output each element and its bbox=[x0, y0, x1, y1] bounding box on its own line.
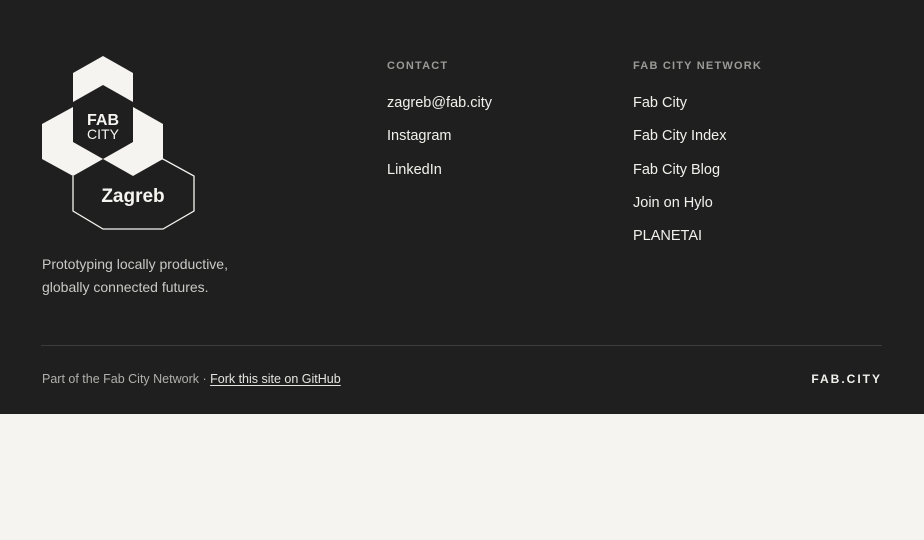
footer-credits: Part of the Fab City Network · Fork this… bbox=[42, 371, 341, 387]
footer-divider bbox=[41, 345, 882, 346]
logo-zagreb-text: Zagreb bbox=[101, 186, 164, 207]
fab-city-link[interactable]: Fab City bbox=[633, 94, 762, 127]
email-link[interactable]: zagreb@fab.city bbox=[387, 94, 492, 127]
fab-city-wordmark[interactable]: FAB.CITY bbox=[811, 371, 882, 387]
contact-column: CONTACT zagreb@fab.city Instagram Linked… bbox=[387, 60, 492, 194]
fab-city-zagreb-logo[interactable]: FAB CITY Zagreb bbox=[41, 55, 196, 232]
logo-city-text: CITY bbox=[87, 126, 120, 142]
fab-city-network-column: FAB CITY NETWORK Fab City Fab City Index… bbox=[633, 60, 762, 260]
page-background bbox=[0, 414, 924, 540]
tagline-line-1: Prototyping locally productive, bbox=[42, 256, 228, 272]
network-credit-text: Part of the Fab City Network · bbox=[42, 372, 211, 386]
instagram-link[interactable]: Instagram bbox=[387, 127, 492, 160]
fab-city-index-link[interactable]: Fab City Index bbox=[633, 127, 762, 160]
github-fork-link[interactable]: Fork this site on GitHub bbox=[210, 372, 341, 386]
planetai-link[interactable]: PLANETAI bbox=[633, 227, 762, 260]
fab-city-blog-link[interactable]: Fab City Blog bbox=[633, 161, 762, 194]
site-footer: FAB CITY Zagreb Prototyping locally prod… bbox=[0, 0, 924, 414]
tagline-line-2: globally connected futures. bbox=[42, 279, 209, 295]
join-on-hylo-link[interactable]: Join on Hylo bbox=[633, 194, 762, 227]
tagline: Prototyping locally productive, globally… bbox=[42, 253, 302, 299]
contact-heading: CONTACT bbox=[387, 60, 449, 72]
network-heading: FAB CITY NETWORK bbox=[633, 60, 762, 72]
linkedin-link[interactable]: LinkedIn bbox=[387, 161, 492, 194]
